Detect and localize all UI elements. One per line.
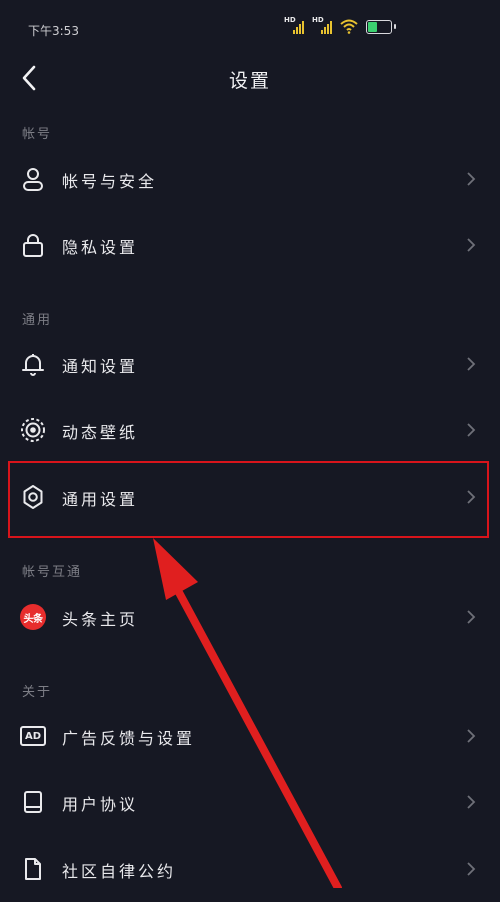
chevron-right-icon — [467, 357, 476, 371]
settings-item-user-agreement[interactable]: 用户协议 — [0, 769, 500, 835]
status-bar: 下午3:53 HD HD — [0, 0, 500, 56]
section-label-account: 帐号 — [22, 127, 53, 142]
chevron-right-icon — [467, 423, 476, 437]
nav-bar: 设置 — [0, 56, 500, 100]
battery-icon — [366, 20, 396, 34]
settings-item-notifications[interactable]: 通知设置 — [0, 331, 500, 397]
document-icon — [25, 858, 41, 880]
settings-item-toutiao-homepage[interactable]: 头条 头条主页 — [0, 584, 500, 650]
chevron-right-icon — [467, 238, 476, 252]
settings-item-community-guidelines[interactable]: 社区自律公约 — [0, 836, 500, 902]
settings-item-account-security[interactable]: 帐号与安全 — [0, 146, 500, 212]
section-label-general: 通用 — [22, 313, 53, 328]
settings-item-ad-feedback[interactable]: AD 广告反馈与设置 — [0, 703, 500, 769]
settings-item-label: 动态壁纸 — [62, 423, 139, 442]
book-icon — [24, 791, 42, 813]
settings-item-label: 社区自律公约 — [62, 862, 177, 881]
section-label-account-linking: 帐号互通 — [22, 565, 83, 580]
chevron-right-icon — [467, 862, 476, 876]
toutiao-icon: 头条 — [20, 604, 46, 630]
ad-icon-text: AD — [24, 730, 42, 742]
wifi-icon — [340, 19, 358, 34]
live-wallpaper-icon — [21, 418, 45, 442]
highlight-box — [8, 461, 489, 538]
cellular-signal-icon: HD — [312, 16, 332, 34]
settings-item-live-wallpaper[interactable]: 动态壁纸 — [0, 397, 500, 463]
settings-item-label: 隐私设置 — [62, 238, 139, 257]
settings-item-label: 广告反馈与设置 — [62, 729, 196, 748]
status-icons: HD HD — [284, 16, 396, 34]
ad-icon: AD — [20, 726, 46, 746]
section-label-about: 关于 — [22, 685, 53, 700]
chevron-right-icon — [467, 729, 476, 743]
settings-item-privacy[interactable]: 隐私设置 — [0, 212, 500, 278]
page-title: 设置 — [228, 70, 271, 92]
chevron-right-icon — [467, 610, 476, 624]
status-time: 下午3:53 — [28, 24, 79, 38]
chevron-right-icon — [467, 795, 476, 809]
user-icon — [23, 168, 43, 191]
lock-icon — [23, 234, 43, 257]
cellular-signal-icon: HD — [284, 16, 304, 34]
chevron-right-icon — [467, 172, 476, 186]
settings-item-label: 用户协议 — [62, 795, 139, 814]
bell-icon — [22, 354, 44, 376]
settings-item-label: 通知设置 — [62, 357, 139, 376]
settings-item-label: 帐号与安全 — [62, 172, 158, 191]
settings-item-label: 头条主页 — [62, 610, 139, 629]
